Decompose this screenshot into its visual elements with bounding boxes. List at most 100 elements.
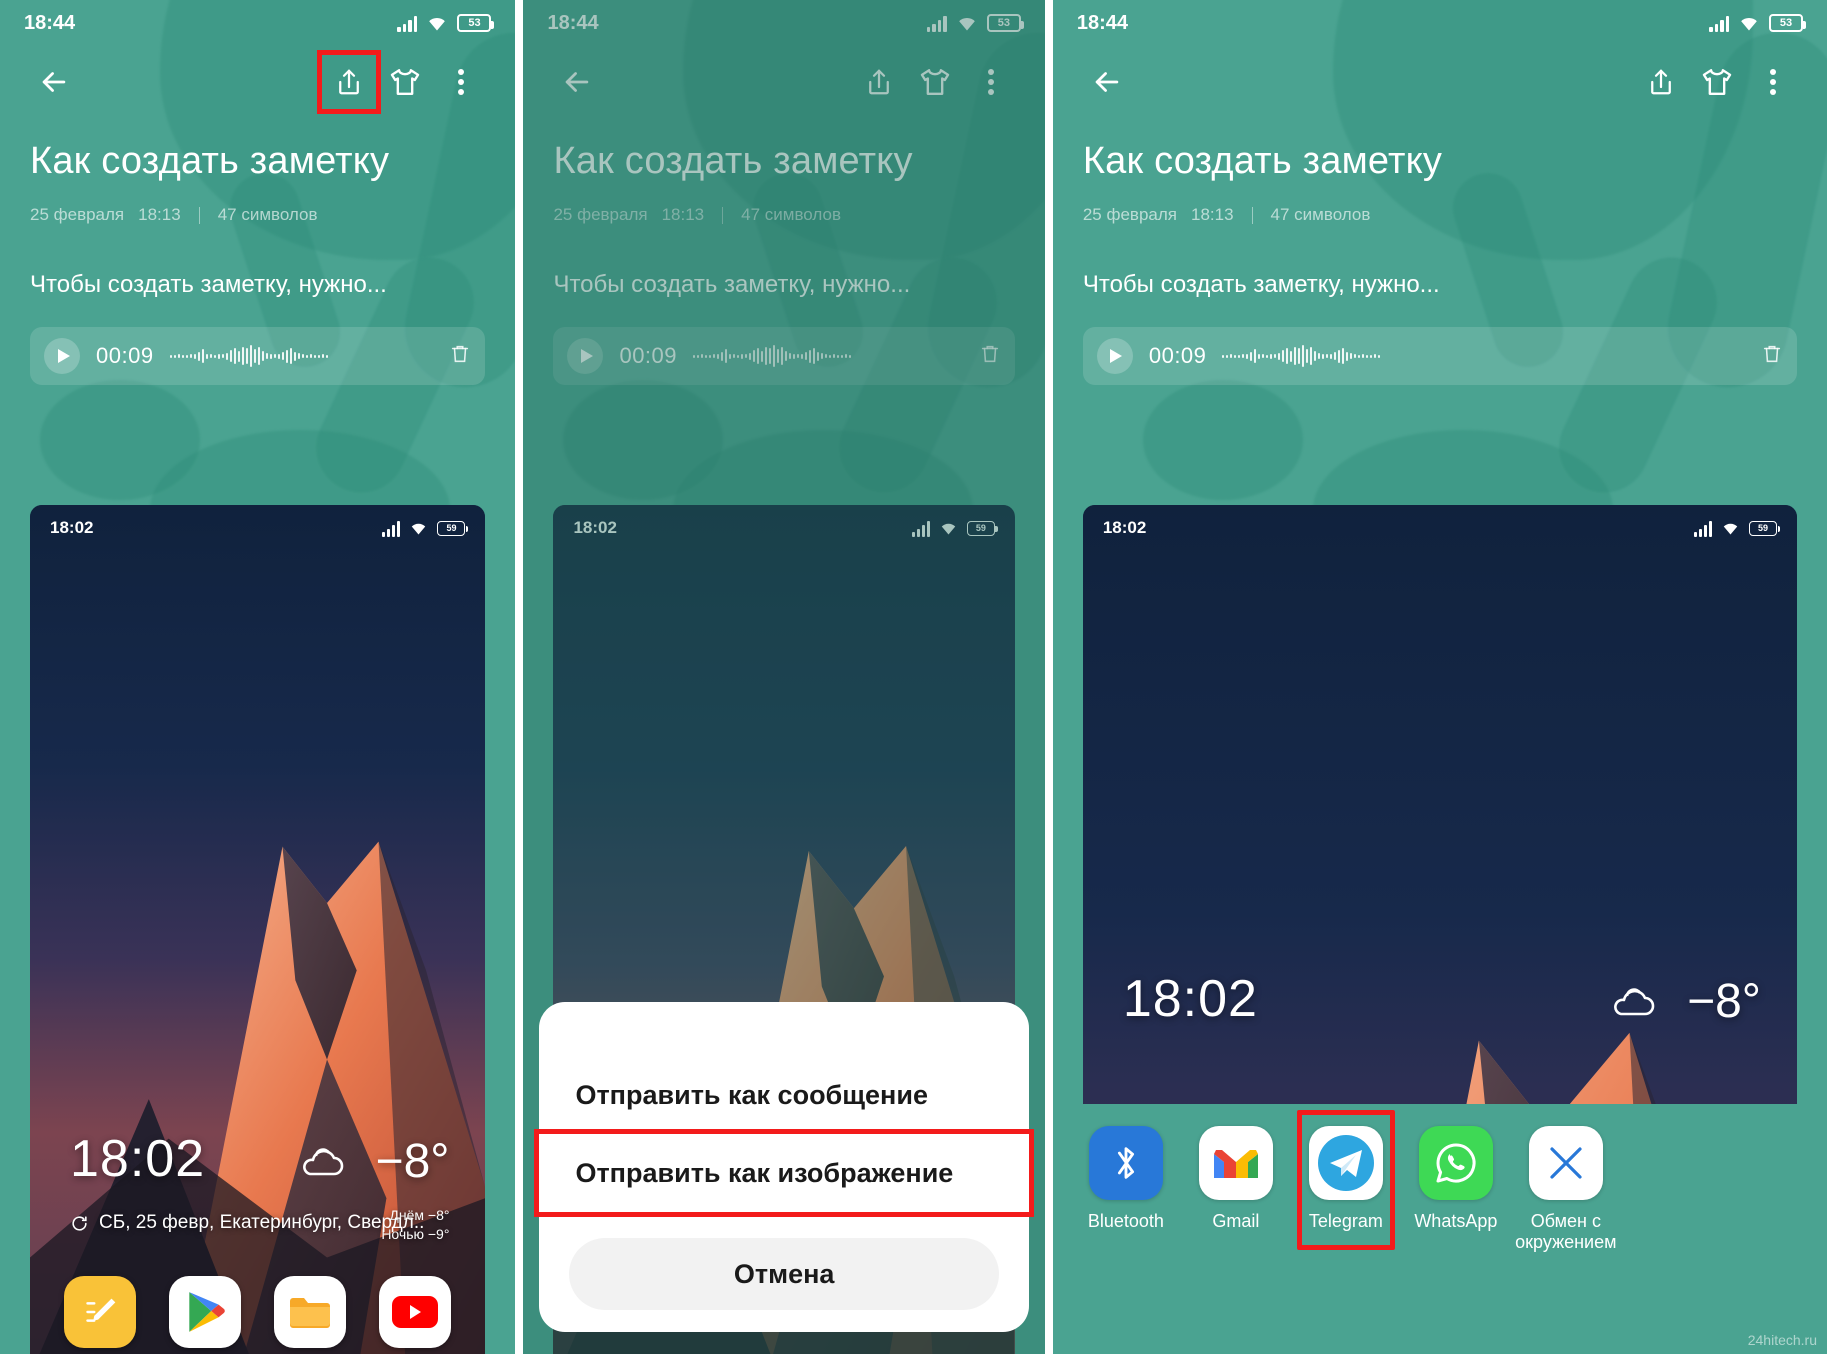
panel-divider <box>515 0 524 1354</box>
cloudy-icon <box>1614 987 1655 1015</box>
dock-item-notes[interactable]: Заметки <box>54 1276 146 1354</box>
back-arrow-icon[interactable] <box>26 54 82 110</box>
sheet-item-send-as-image[interactable]: Отправить как изображение <box>534 1129 1034 1217</box>
audio-player[interactable]: 00:09 <box>1082 327 1797 385</box>
signal-bars-icon <box>1709 15 1729 32</box>
note-charcount: 47 символов <box>217 205 318 224</box>
cancel-button[interactable]: Отмена <box>569 1238 999 1310</box>
battery-level: 53 <box>468 17 481 29</box>
lock-status-bar: 18:02 59 <box>1083 505 1797 551</box>
share-app-label: Обмен с окружением <box>1515 1211 1617 1252</box>
audio-waveform[interactable] <box>169 343 434 369</box>
whatsapp-icon <box>1418 1126 1493 1200</box>
lock-clock: 18:02 <box>70 1130 206 1188</box>
share-app-label: WhatsApp <box>1414 1211 1498 1231</box>
lock-status-time: 18:02 <box>1102 518 1147 537</box>
share-options-sheet: Отправить как сообщение Отправить как из… <box>534 1002 1034 1332</box>
signal-bars-icon <box>397 15 418 32</box>
battery-icon: 53 <box>457 14 495 32</box>
status-bar: 18:44 53 <box>1053 0 1827 46</box>
note-toolbar <box>0 46 515 118</box>
battery-level: 59 <box>446 523 457 533</box>
play-icon[interactable] <box>44 338 80 374</box>
audio-duration: 00:09 <box>1148 343 1207 368</box>
share-icon[interactable] <box>317 50 382 114</box>
panel-note-view: 18:44 53 Как создать заметку 25 февраля … <box>0 0 516 1354</box>
battery-icon: 53 <box>1769 14 1806 32</box>
more-vertical-icon[interactable] <box>1745 54 1801 110</box>
refresh-icon <box>72 1215 87 1231</box>
trash-icon[interactable] <box>1761 342 1783 371</box>
share-app-label: Telegram <box>1308 1211 1383 1231</box>
lock-clock: 18:02 <box>1122 970 1258 1028</box>
note-content: Как создать заметку 25 февраля 18:13 47 … <box>0 140 515 299</box>
meta-divider <box>198 206 200 224</box>
lockscreen-preview: 18:02 59 <box>30 505 486 1354</box>
share-app-nearby-share[interactable]: Обмен с окружением <box>1511 1126 1621 1252</box>
lock-date-text: СБ, 25 февр, Екатеринбург, Свердл.. <box>99 1212 425 1233</box>
note-toolbar <box>1053 46 1827 118</box>
share-app-row: Bluetooth Gmail Telegram WhatsApp Обмен … <box>1071 1110 1827 1252</box>
google-play-icon <box>169 1276 242 1348</box>
share-app-label: Bluetooth <box>1087 1211 1164 1231</box>
audio-waveform[interactable] <box>1222 343 1745 369</box>
youtube-icon <box>379 1276 451 1348</box>
sheet-item-send-as-message[interactable]: Отправить как сообщение <box>539 1056 1028 1134</box>
dock-item-youtube[interactable]: YouTube <box>369 1276 461 1354</box>
back-arrow-icon[interactable] <box>1079 54 1135 110</box>
share-app-bluetooth[interactable]: Bluetooth <box>1071 1126 1181 1232</box>
wifi-icon <box>429 17 446 30</box>
file-manager-icon <box>274 1276 347 1348</box>
tshirt-theme-icon[interactable] <box>377 54 433 110</box>
battery-level: 59 <box>1757 523 1768 533</box>
note-body: Чтобы создать заметку, нужно... <box>1082 271 1440 298</box>
cancel-button-label: Отмена <box>733 1258 835 1289</box>
lock-status-time: 18:02 <box>50 518 94 537</box>
note-meta: 25 февраля 18:13 47 символов <box>30 205 485 225</box>
notes-app-icon <box>64 1276 137 1348</box>
cloudy-icon <box>302 1147 343 1175</box>
dock-item-google-play[interactable]: Google Play <box>159 1276 251 1354</box>
tshirt-theme-icon[interactable] <box>1689 54 1745 110</box>
status-time: 18:44 <box>1076 11 1128 34</box>
share-app-telegram[interactable]: Telegram <box>1291 1110 1401 1250</box>
audio-duration: 00:09 <box>96 343 154 368</box>
share-app-label: Gmail <box>1212 1211 1260 1231</box>
note-content: Как создать заметку 25 февраля 18:13 47 … <box>1053 140 1827 299</box>
nearby-share-icon <box>1528 1126 1603 1200</box>
wifi-icon <box>1741 17 1757 30</box>
lock-status-bar: 18:02 59 <box>30 505 485 551</box>
lock-temperature: −8° <box>375 1135 450 1188</box>
note-title: Как создать заметку <box>1082 140 1443 182</box>
sheet-item-label: Отправить как сообщение <box>575 1079 928 1110</box>
battery-icon: 59 <box>437 520 469 536</box>
lock-date-line: СБ, 25 февр, Екатеринбург, Свердл.. <box>70 1212 424 1234</box>
lock-weather: −8° <box>298 1134 450 1189</box>
lock-dock: Заметки Google Play <box>30 1276 485 1354</box>
battery-icon: 59 <box>1749 520 1780 536</box>
signal-bars-icon <box>1694 520 1712 537</box>
meta-divider <box>1251 206 1253 224</box>
more-vertical-icon[interactable] <box>433 54 489 110</box>
note-date: 25 февраля <box>1082 205 1177 224</box>
wifi-icon <box>1723 523 1738 535</box>
battery-level: 53 <box>1779 17 1793 29</box>
trash-icon[interactable] <box>449 342 471 371</box>
bluetooth-icon <box>1088 1126 1163 1200</box>
panel-divider <box>1044 0 1053 1354</box>
sheet-item-label: Отправить как изображение <box>575 1157 954 1188</box>
screenshot-root: 18:44 53 Как создать заметку 25 февраля … <box>0 0 1827 1354</box>
play-icon[interactable] <box>1096 338 1133 374</box>
panel-share-dialog: 18:44 53 Как создать заметку 25 февраля … <box>523 0 1045 1354</box>
signal-bars-icon <box>382 520 401 537</box>
audio-player[interactable]: 00:09 <box>30 327 486 385</box>
gmail-icon <box>1198 1126 1273 1200</box>
share-app-whatsapp[interactable]: WhatsApp <box>1401 1126 1511 1232</box>
note-body: Чтобы создать заметку, нужно... <box>30 271 387 298</box>
share-icon[interactable] <box>1633 54 1689 110</box>
lock-temperature: −8° <box>1687 975 1761 1028</box>
dock-item-file-manager[interactable]: Проводник <box>264 1276 356 1354</box>
note-time: 18:13 <box>138 205 181 224</box>
note-date: 25 февраля <box>30 205 125 224</box>
share-app-gmail[interactable]: Gmail <box>1181 1126 1291 1232</box>
